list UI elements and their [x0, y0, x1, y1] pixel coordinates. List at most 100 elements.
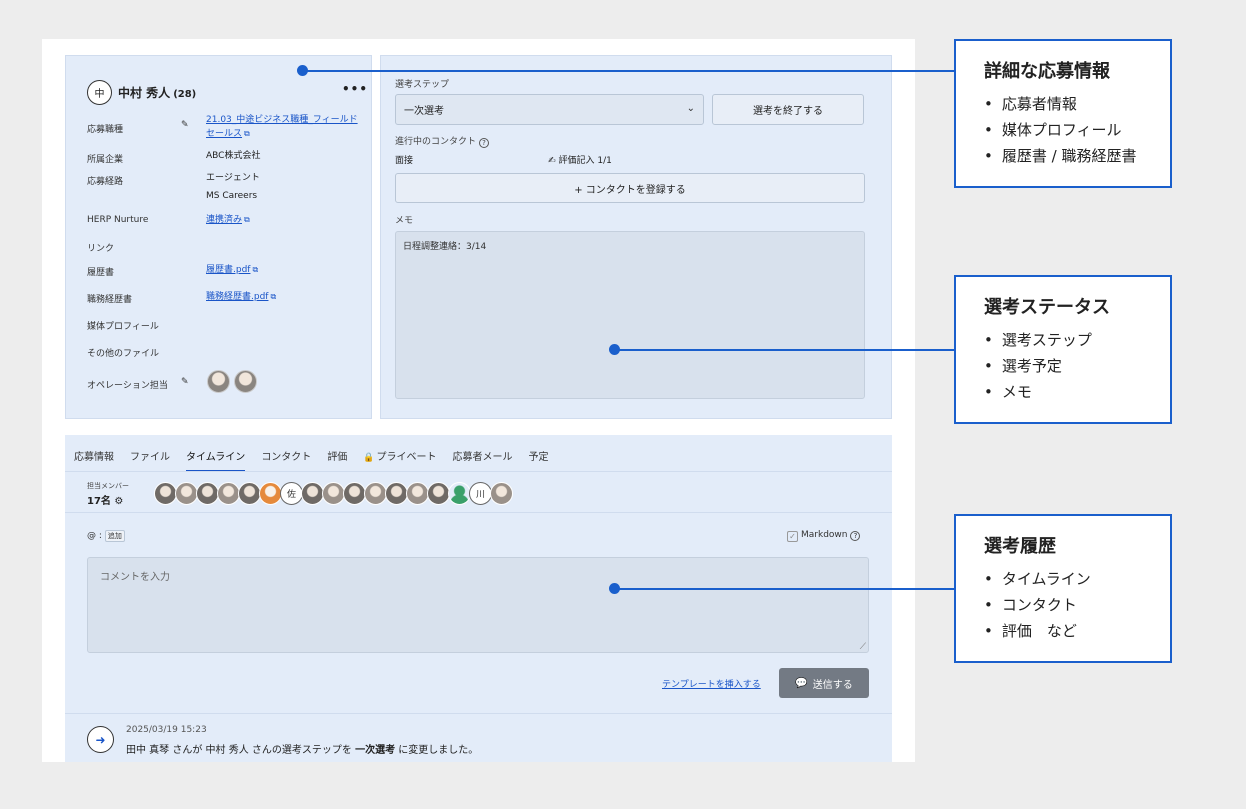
info-value-route: エージェント MS Careers	[206, 172, 260, 208]
callout-title: 選考ステータス	[984, 297, 1110, 318]
member-avatar-letter[interactable]: 川	[469, 482, 492, 505]
checkbox-icon[interactable]: ✓	[787, 531, 798, 542]
mention-label: @ :	[87, 531, 102, 541]
help-icon[interactable]: ?	[850, 531, 861, 541]
step-select[interactable]: 一次選考 ⌄	[395, 94, 704, 125]
tab-private[interactable]: 🔒 プライベート	[363, 448, 436, 472]
callout-list: 選考ステップ 選考予定 メモ	[984, 327, 1170, 405]
member-avatar[interactable]	[196, 482, 219, 505]
info-label-job: 応募職種	[87, 125, 124, 135]
member-avatar[interactable]	[154, 482, 177, 505]
evaluation-icon: ✍	[548, 156, 556, 166]
help-icon[interactable]: ?	[479, 138, 490, 148]
contact-label: 進行中のコンタクト?	[395, 134, 490, 148]
tab-timeline[interactable]: タイムライン	[186, 448, 246, 472]
mention-add-button[interactable]: 追加	[104, 530, 125, 542]
info-value-job[interactable]: 21.03_中途ビジネス職種_フィールド セールス ⧉	[206, 114, 358, 141]
member-avatar[interactable]	[175, 482, 198, 505]
member-avatar[interactable]	[238, 482, 261, 505]
member-avatar[interactable]	[490, 482, 513, 505]
info-label-operator: オペレーション担当	[87, 381, 168, 391]
timeline-text-prefix: 田中 真琴 さんが 中村 秀人 さんの選考ステップを	[126, 745, 356, 756]
callout-title: 詳細な応募情報	[984, 61, 1110, 82]
callout-connector	[615, 349, 954, 351]
timeline-entry-text: 田中 真琴 さんが 中村 秀人 さんの選考ステップを 一次選考 に変更しました。	[126, 741, 478, 756]
candidate-name: 中村 秀人 (28)	[118, 84, 196, 101]
info-label-cv: 職務経歴書	[87, 295, 133, 305]
operator-avatar[interactable]	[234, 370, 257, 393]
end-selection-button[interactable]: 選考を終了する	[712, 94, 864, 125]
more-options-icon[interactable]: •••	[342, 82, 368, 96]
info-value-resume[interactable]: 履歴書.pdf ⧉	[206, 263, 258, 277]
speech-bubble-icon: 💬	[795, 677, 808, 689]
memo-label: メモ	[395, 216, 414, 226]
info-value-nurture[interactable]: 連携済み ⧉	[206, 213, 250, 227]
history-area: 応募情報 ファイル タイムライン コンタクト 評価 🔒 プライベート 応募者メール…	[65, 435, 892, 762]
member-avatar[interactable]	[301, 482, 324, 505]
comment-input[interactable]: コメントを入力 ⟋	[87, 557, 869, 653]
step-select-value: 一次選考	[404, 106, 444, 117]
members-count-text: 17名	[87, 496, 111, 507]
member-avatar[interactable]	[364, 482, 387, 505]
info-label-company: 所属企業	[87, 155, 124, 165]
comment-placeholder: コメントを入力	[100, 572, 170, 583]
register-contact-button[interactable]: + コンタクトを登録する	[395, 173, 865, 203]
edit-job-pencil-icon[interactable]: ✎	[181, 120, 189, 130]
members-row: 担当メンバー 17名 ⚙ 佐 川	[65, 471, 892, 513]
callout-item: 選考予定	[984, 353, 1170, 379]
mention-row: @ : 追加	[87, 530, 125, 542]
tab-schedule[interactable]: 予定	[529, 448, 549, 472]
contact-type: 面接	[395, 156, 414, 166]
tab-files[interactable]: ファイル	[130, 448, 170, 472]
member-avatar[interactable]	[427, 482, 450, 505]
tab-application-info[interactable]: 応募情報	[74, 448, 114, 472]
callout-selection-status: 選考ステータス 選考ステップ 選考予定 メモ	[954, 275, 1172, 424]
member-avatars: 佐 川	[154, 482, 513, 505]
resize-handle-icon[interactable]: ⟋	[860, 642, 866, 652]
gear-icon[interactable]: ⚙	[114, 496, 123, 507]
member-avatar-default[interactable]	[448, 482, 471, 505]
insert-template-link[interactable]: テンプレートを挿入する	[662, 677, 761, 690]
tab-private-label: プライベート	[376, 452, 437, 463]
evaluation-status[interactable]: ✍ 評価記入 1/1	[548, 153, 612, 166]
callout-connector	[303, 70, 954, 72]
member-avatar[interactable]	[322, 482, 345, 505]
tab-applicant-mail[interactable]: 応募者メール	[453, 448, 513, 472]
member-avatar[interactable]	[406, 482, 429, 505]
info-label-media-profile: 媒体プロフィール	[87, 322, 159, 332]
markdown-label: Markdown	[801, 530, 848, 540]
member-avatar[interactable]	[385, 482, 408, 505]
member-avatar[interactable]	[259, 482, 282, 505]
memo-textarea[interactable]: 日程調整連絡：3/14	[395, 231, 865, 399]
member-avatar[interactable]	[343, 482, 366, 505]
send-button[interactable]: 💬 送信する	[779, 668, 869, 698]
member-avatar-letter[interactable]: 佐	[280, 482, 303, 505]
route-value-2: MS Careers	[206, 191, 258, 201]
tab-bar: 応募情報 ファイル タイムライン コンタクト 評価 🔒 プライベート 応募者メール…	[74, 448, 565, 472]
cv-link[interactable]: 職務経歴書.pdf	[206, 292, 268, 302]
external-link-icon: ⧉	[244, 215, 250, 224]
job-link[interactable]: 21.03_中途ビジネス職種_フィールド	[206, 115, 358, 125]
callout-title: 選考履歴	[984, 536, 1056, 557]
tab-contact[interactable]: コンタクト	[261, 448, 311, 472]
arrow-right-icon: ➜	[87, 726, 114, 753]
callout-selection-history: 選考履歴 タイムライン コンタクト 評価 など	[954, 514, 1172, 663]
timeline-timestamp: 2025/03/19 15:23	[126, 725, 207, 735]
info-label-resume: 履歴書	[87, 268, 115, 278]
callout-item: 履歴書 / 職務経歴書	[984, 143, 1170, 169]
nurture-link[interactable]: 連携済み	[206, 215, 242, 225]
markdown-toggle[interactable]: ✓ Markdown?	[787, 530, 861, 542]
callout-connector	[615, 588, 954, 590]
callout-item: タイムライン	[984, 566, 1170, 592]
operator-avatar[interactable]	[207, 370, 230, 393]
chevron-down-icon: ⌄	[686, 103, 695, 114]
member-avatar[interactable]	[217, 482, 240, 505]
info-label-route: 応募経路	[87, 177, 124, 187]
info-value-cv[interactable]: 職務経歴書.pdf ⧉	[206, 290, 276, 304]
resume-link[interactable]: 履歴書.pdf	[206, 265, 250, 275]
members-count[interactable]: 17名 ⚙	[87, 492, 123, 507]
job-link-line2[interactable]: セールス	[206, 129, 242, 139]
tab-evaluation[interactable]: 評価	[327, 448, 347, 472]
edit-operator-pencil-icon[interactable]: ✎	[181, 377, 189, 387]
lock-icon: 🔒	[363, 453, 375, 463]
